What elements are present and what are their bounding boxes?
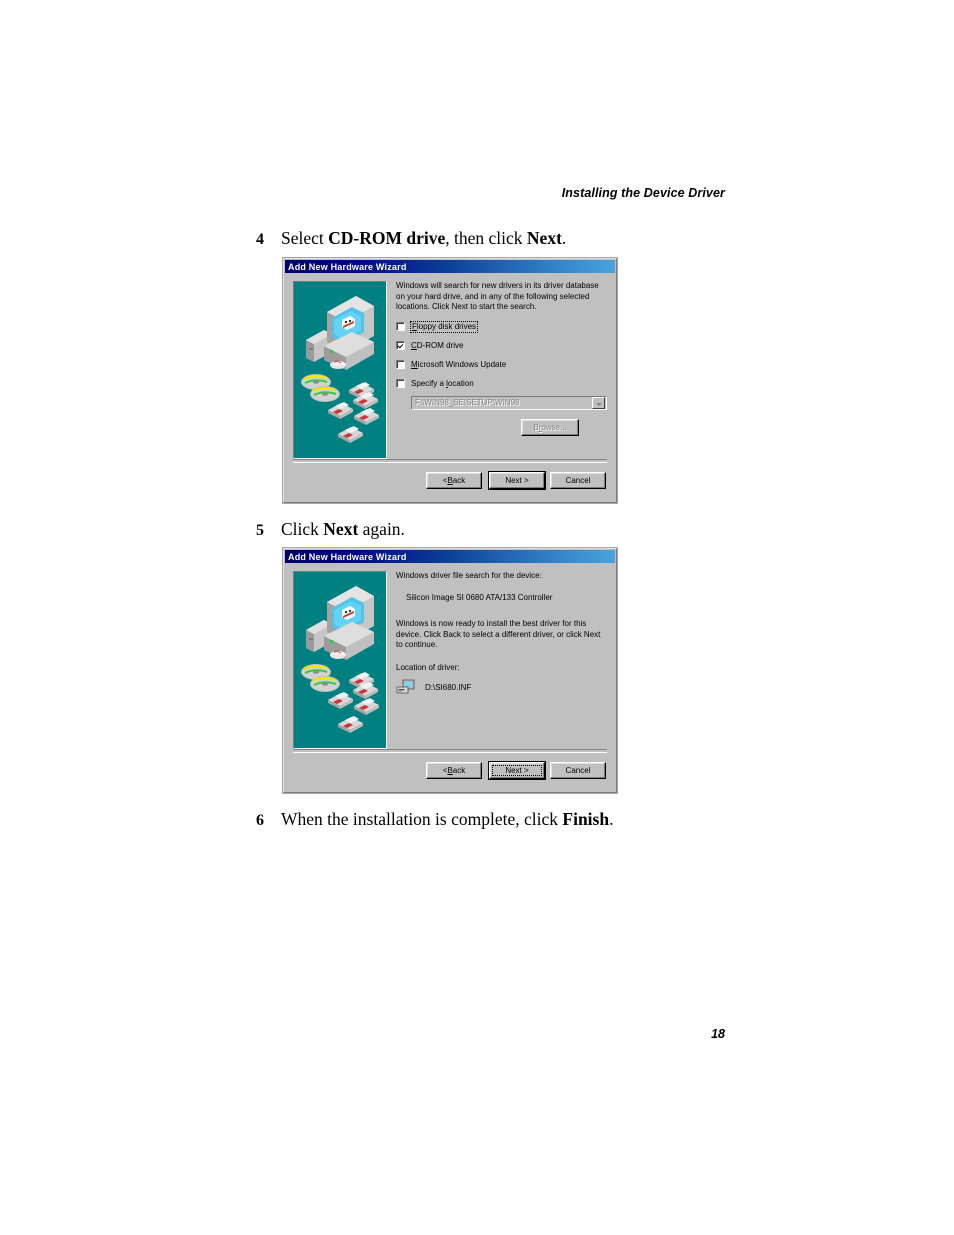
checkbox-row-cd-rom-drive[interactable]: CD-ROM drive xyxy=(396,341,608,351)
step-5-text-middle: again. xyxy=(358,519,405,539)
dialog-2-nav-buttons: < Back Next > Cancel xyxy=(421,762,606,779)
next-button[interactable]: Next > xyxy=(489,762,545,779)
step-5-text-before: Click xyxy=(281,519,324,539)
computer-small-icon xyxy=(396,679,415,694)
dialog-1-description: Windows will search for new drivers in i… xyxy=(396,281,599,311)
step-4: 4 Select CD-ROM drive, then click Next. xyxy=(256,228,566,250)
step-4-text-middle: , then click xyxy=(445,228,527,248)
step-6-bold-1: Finish xyxy=(562,809,610,829)
wizard-illustration-panel-1 xyxy=(293,281,387,459)
back-suffix: ack xyxy=(452,766,466,775)
running-head: Installing the Device Driver xyxy=(561,186,725,200)
step-5-bold-1: Next xyxy=(323,519,359,539)
dialog-1-body: Windows will search for new drivers in i… xyxy=(284,273,616,467)
microsoft-windows-update-label[interactable]: Microsoft Windows Update xyxy=(411,360,506,370)
specify-label-prefix: Specify a xyxy=(411,378,447,388)
dialog-1-titlebar: Add New Hardware Wizard xyxy=(285,260,615,273)
msupdate-label-rest: icrosoft Windows Update xyxy=(417,359,507,369)
cdrom-label-rest: D-ROM drive xyxy=(416,340,464,350)
checkbox-row-specify-a-location[interactable]: Specify a location xyxy=(396,379,608,389)
browse-button[interactable]: Br owse... xyxy=(521,419,579,436)
step-6-number: 6 xyxy=(256,812,264,829)
dialog-2-body: Windows driver file search for the devic… xyxy=(284,563,616,757)
location-of-driver-label: Location of driver: xyxy=(396,662,460,672)
dialog-2-footer: < Back Next > Cancel xyxy=(285,749,615,791)
dialog-2-titlebar: Add New Hardware Wizard xyxy=(285,550,615,563)
cd-rom-drive-checkbox[interactable] xyxy=(396,341,405,350)
dialog-2-title: Add New Hardware Wizard xyxy=(288,551,407,562)
specify-a-location-checkbox[interactable] xyxy=(396,379,405,388)
step-4-text-after: . xyxy=(561,228,567,248)
dialog-1-footer: < Back Next > Cancel xyxy=(285,459,615,501)
dialog-1-title: Add New Hardware Wizard xyxy=(288,261,407,272)
step-4-text-before: Select xyxy=(281,228,329,248)
add-new-hardware-wizard-dialog-1[interactable]: Add New Hardware Wizard Windows will sea… xyxy=(283,258,617,503)
step-5: 5 Click Next again. xyxy=(256,519,405,541)
wizard-illustration-panel-2 xyxy=(293,571,387,749)
step-5-number: 5 xyxy=(256,522,264,539)
back-button[interactable]: < Back xyxy=(426,762,482,779)
next-label: Next > xyxy=(505,476,529,485)
next-label: Next > xyxy=(505,766,529,775)
step-6: 6 When the installation is complete, clic… xyxy=(256,809,613,831)
next-button[interactable]: Next > xyxy=(489,472,545,489)
step-4-bold-1: CD-ROM drive xyxy=(328,228,446,248)
cancel-button[interactable]: Cancel xyxy=(550,762,606,779)
driver-location-row: D:\SI680.INF xyxy=(396,679,608,695)
checkbox-row-microsoft-windows-update[interactable]: Microsoft Windows Update xyxy=(396,360,608,370)
dialog-2-content: Windows driver file search for the devic… xyxy=(396,571,608,695)
specify-a-location-label[interactable]: Specify a location xyxy=(411,379,474,389)
chevron-down-icon[interactable] xyxy=(592,396,605,409)
step-4-number: 4 xyxy=(256,231,264,248)
step-6-text-middle: . xyxy=(609,809,614,829)
location-combobox-value: F:\WIN98_SE\SETUP\WIN98 xyxy=(415,398,520,407)
step-4-bold-2: Next xyxy=(526,228,562,248)
page-number: 18 xyxy=(711,1027,725,1041)
dialog-1-nav-buttons: < Back Next > Cancel xyxy=(421,472,606,489)
floppy-disk-drives-label[interactable]: Floppy disk drives xyxy=(409,320,479,333)
computer-media-illustration-icon xyxy=(301,586,379,733)
specify-label-rest: ocation xyxy=(447,378,474,388)
dialog-1-content: Windows will search for new drivers in i… xyxy=(396,281,608,410)
cancel-label: Cancel xyxy=(565,766,591,775)
cd-rom-drive-label[interactable]: CD-ROM drive xyxy=(411,341,463,351)
msupdate-accel-char: M xyxy=(411,359,418,369)
step-6-text-before: When the installation is complete, click xyxy=(281,809,563,829)
floppy-label-rest: loppy disk drives xyxy=(416,321,477,331)
device-name: Silicon Image SI 0680 ATA/133 Controller xyxy=(406,592,553,602)
driver-path: D:\SI680.INF xyxy=(425,682,472,692)
checkbox-row-floppy-disk-drives[interactable]: Floppy disk drives xyxy=(396,320,608,333)
location-combobox[interactable]: F:\WIN98_SE\SETUP\WIN98 xyxy=(411,395,607,410)
driver-search-heading: Windows driver file search for the devic… xyxy=(396,571,542,580)
cancel-label: Cancel xyxy=(565,476,591,485)
driver-ready-message: Windows is now ready to install the best… xyxy=(396,619,601,649)
back-suffix: ack xyxy=(452,476,466,485)
browse-label-after: owse... xyxy=(541,423,567,432)
floppy-disk-drives-checkbox[interactable] xyxy=(396,322,405,331)
footer-separator xyxy=(293,749,607,753)
computer-media-illustration-icon xyxy=(301,296,379,443)
microsoft-windows-update-checkbox[interactable] xyxy=(396,360,405,369)
cancel-button[interactable]: Cancel xyxy=(550,472,606,489)
add-new-hardware-wizard-dialog-2[interactable]: Add New Hardware Wizard Windows driver f… xyxy=(283,548,617,793)
footer-separator xyxy=(293,459,607,463)
back-button[interactable]: < Back xyxy=(426,472,482,489)
